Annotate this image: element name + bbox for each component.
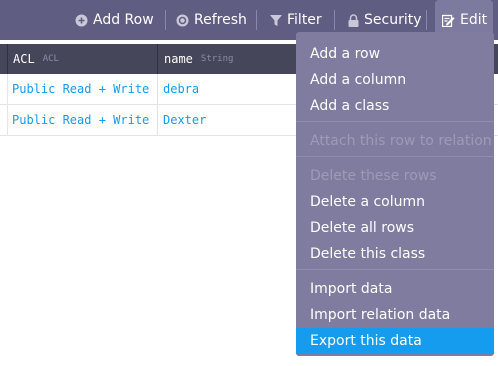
menu-item-add-row[interactable]: Add a row: [296, 41, 494, 67]
toolbar-divider: [165, 10, 166, 30]
add-row-label: Add Row: [93, 12, 154, 28]
security-label: Security: [364, 12, 422, 28]
menu-item-add-column[interactable]: Add a column: [296, 67, 494, 93]
acl-cell[interactable]: Public Read + Write: [12, 74, 149, 104]
menu-item-delete-column[interactable]: Delete a column: [296, 189, 494, 215]
edit-label: Edit: [460, 12, 488, 28]
plus-circle-icon: [75, 14, 88, 26]
acl-cell[interactable]: Public Read + Write: [12, 105, 149, 135]
column-name: name: [164, 52, 193, 66]
menu-item-delete-all-rows[interactable]: Delete all rows: [296, 215, 494, 241]
menu-item-export-data[interactable]: Export this data: [296, 328, 494, 354]
column-header-acl[interactable]: ACL ACL: [13, 44, 59, 74]
column-header-name[interactable]: name String: [164, 44, 233, 74]
toolbar-divider: [256, 10, 257, 30]
edit-menu: Add a row Add a column Add a class Attac…: [296, 32, 494, 356]
edit-icon: [442, 14, 455, 27]
column-divider: [157, 44, 158, 74]
column-type: String: [200, 54, 234, 64]
filter-icon: [270, 14, 282, 26]
column-type: ACL: [42, 54, 59, 64]
lock-icon: [348, 13, 359, 27]
column-divider: [7, 44, 8, 74]
cell-divider: [157, 74, 158, 104]
menu-divider: [296, 269, 494, 270]
toolbar-divider: [426, 10, 427, 30]
column-name: ACL: [13, 52, 35, 66]
filter-label: Filter: [287, 12, 322, 28]
refresh-label: Refresh: [194, 12, 247, 28]
add-row-button[interactable]: Add Row: [75, 0, 154, 40]
refresh-icon: [176, 14, 189, 26]
toolbar-divider: [334, 10, 335, 30]
cell-divider: [7, 105, 8, 135]
cell-divider: [157, 105, 158, 135]
name-cell[interactable]: Dexter: [163, 105, 206, 135]
menu-item-import-data[interactable]: Import data: [296, 276, 494, 302]
menu-item-delete-rows: Delete these rows: [310, 168, 437, 184]
menu-divider: [296, 121, 494, 122]
menu-item-import-relation-data[interactable]: Import relation data: [296, 302, 494, 328]
menu-item-delete-class[interactable]: Delete this class: [296, 241, 494, 267]
menu-item-add-class[interactable]: Add a class: [296, 93, 494, 119]
refresh-button[interactable]: Refresh: [176, 0, 247, 40]
name-cell[interactable]: debra: [163, 74, 199, 104]
menu-item-attach-relation: Attach this row to relation: [310, 133, 492, 149]
cell-divider: [7, 74, 8, 104]
menu-divider: [296, 156, 494, 157]
